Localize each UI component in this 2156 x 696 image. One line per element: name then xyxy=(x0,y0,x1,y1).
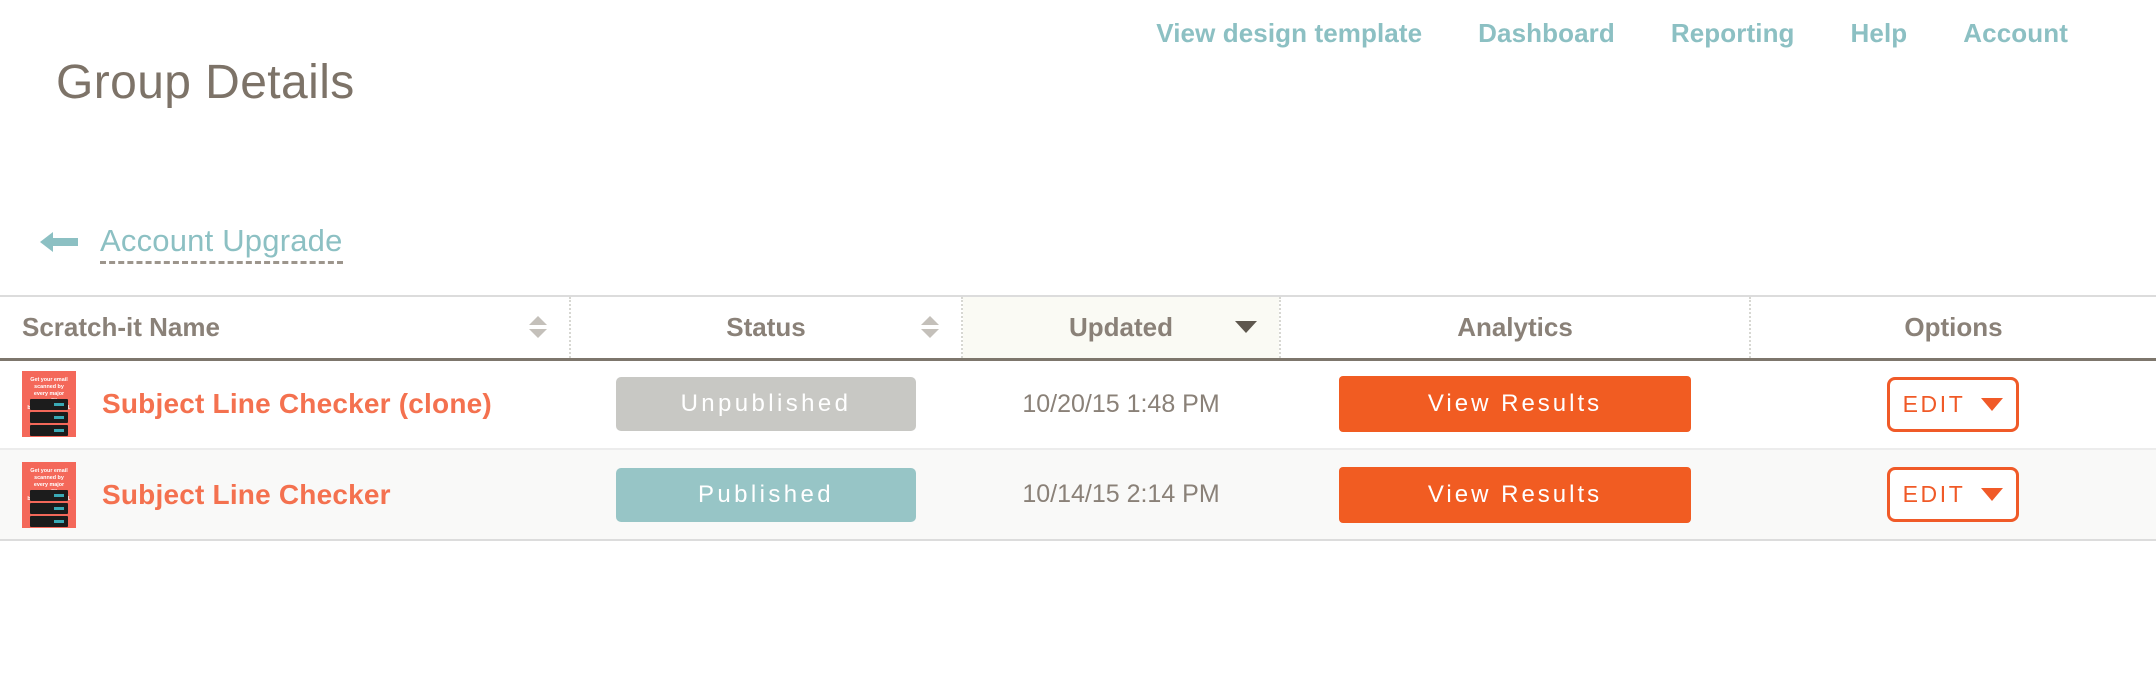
table-header-row: Scratch-it Name Status Updated Analytics… xyxy=(0,297,2156,359)
edit-dropdown-button[interactable]: EDIT xyxy=(1887,467,2019,522)
page-title: Group Details xyxy=(56,56,355,109)
cell-analytics: View Results xyxy=(1280,359,1750,449)
cell-updated: 10/20/15 1:48 PM xyxy=(1022,389,1220,418)
thumbnail-bar xyxy=(30,425,68,437)
sort-toggle-updated-icon[interactable] xyxy=(1235,321,1257,334)
nav-help[interactable]: Help xyxy=(1851,18,1908,49)
edit-button-label: EDIT xyxy=(1902,481,1966,507)
thumbnail-bar xyxy=(30,515,68,527)
thumbnail-bar xyxy=(30,412,68,424)
view-results-button[interactable]: View Results xyxy=(1339,466,1691,523)
sort-toggle-status-icon[interactable] xyxy=(921,316,939,339)
cell-status: Published xyxy=(570,449,962,539)
back-link[interactable]: Account Upgrade xyxy=(40,225,343,264)
cell-name: Get your email scanned by every major sp… xyxy=(0,449,570,539)
thumbnail-bar xyxy=(30,502,68,514)
sort-descending-active-icon xyxy=(1235,321,1257,334)
table-header: Scratch-it Name Status Updated Analytics… xyxy=(0,297,2156,359)
column-header-updated-label: Updated xyxy=(1069,311,1173,342)
table-row: Get your email scanned by every major sp… xyxy=(0,359,2156,449)
scratch-it-title-link[interactable]: Subject Line Checker xyxy=(102,479,391,511)
view-results-button[interactable]: View Results xyxy=(1339,376,1691,433)
arrow-left-icon[interactable] xyxy=(40,229,78,260)
scratch-it-title-link[interactable]: Subject Line Checker (clone) xyxy=(102,388,492,420)
scratch-it-thumbnail[interactable]: Get your email scanned by every major sp… xyxy=(22,371,76,438)
chevron-down-icon xyxy=(1981,397,2004,411)
scratch-it-thumbnail[interactable]: Get your email scanned by every major sp… xyxy=(22,461,76,528)
cell-name: Get your email scanned by every major sp… xyxy=(0,359,570,449)
cell-analytics: View Results xyxy=(1280,449,1750,539)
nav-dashboard[interactable]: Dashboard xyxy=(1478,18,1615,49)
nav-account[interactable]: Account xyxy=(1963,18,2068,49)
thumbnail-bar xyxy=(30,399,68,411)
chevron-down-icon xyxy=(1981,488,2004,501)
nav-view-design-template[interactable]: View design template xyxy=(1156,18,1422,49)
thumbnail-bar xyxy=(30,489,68,501)
column-header-options-label: Options xyxy=(1904,311,2003,342)
sort-ascending-icon xyxy=(921,316,939,326)
status-badge: Published xyxy=(616,467,916,522)
column-header-name[interactable]: Scratch-it Name xyxy=(0,297,571,359)
column-header-options: Options xyxy=(1750,297,2156,359)
sort-toggle-name-icon[interactable] xyxy=(529,316,547,339)
cell-options: EDIT xyxy=(1750,449,2156,539)
sort-ascending-icon xyxy=(529,316,547,326)
column-header-name-label: Scratch-it Name xyxy=(22,311,220,342)
sort-descending-icon xyxy=(921,329,939,339)
cell-status: Unpublished xyxy=(570,359,962,449)
column-header-status[interactable]: Status xyxy=(570,297,963,359)
table-body: Get your email scanned by every major sp… xyxy=(0,359,2156,539)
cell-updated: 10/14/15 2:14 PM xyxy=(962,449,1280,539)
back-link-label[interactable]: Account Upgrade xyxy=(100,225,343,264)
column-header-updated[interactable]: Updated xyxy=(962,297,1281,359)
nav-reporting[interactable]: Reporting xyxy=(1671,18,1795,49)
edit-button-label: EDIT xyxy=(1902,390,1966,417)
status-badge: Unpublished xyxy=(616,377,916,432)
column-header-status-label: Status xyxy=(726,311,806,342)
table-row: Get your email scanned by every major sp… xyxy=(0,449,2156,539)
column-header-analytics-label: Analytics xyxy=(1457,311,1573,342)
top-navigation: View design template Dashboard Reporting… xyxy=(1156,18,2068,49)
sort-descending-icon xyxy=(529,329,547,339)
column-header-analytics: Analytics xyxy=(1280,297,1751,359)
cell-options: EDIT xyxy=(1750,359,2156,449)
scratch-it-table: Scratch-it Name Status Updated Analytics… xyxy=(0,295,2156,541)
edit-dropdown-button[interactable]: EDIT xyxy=(1887,376,2019,432)
